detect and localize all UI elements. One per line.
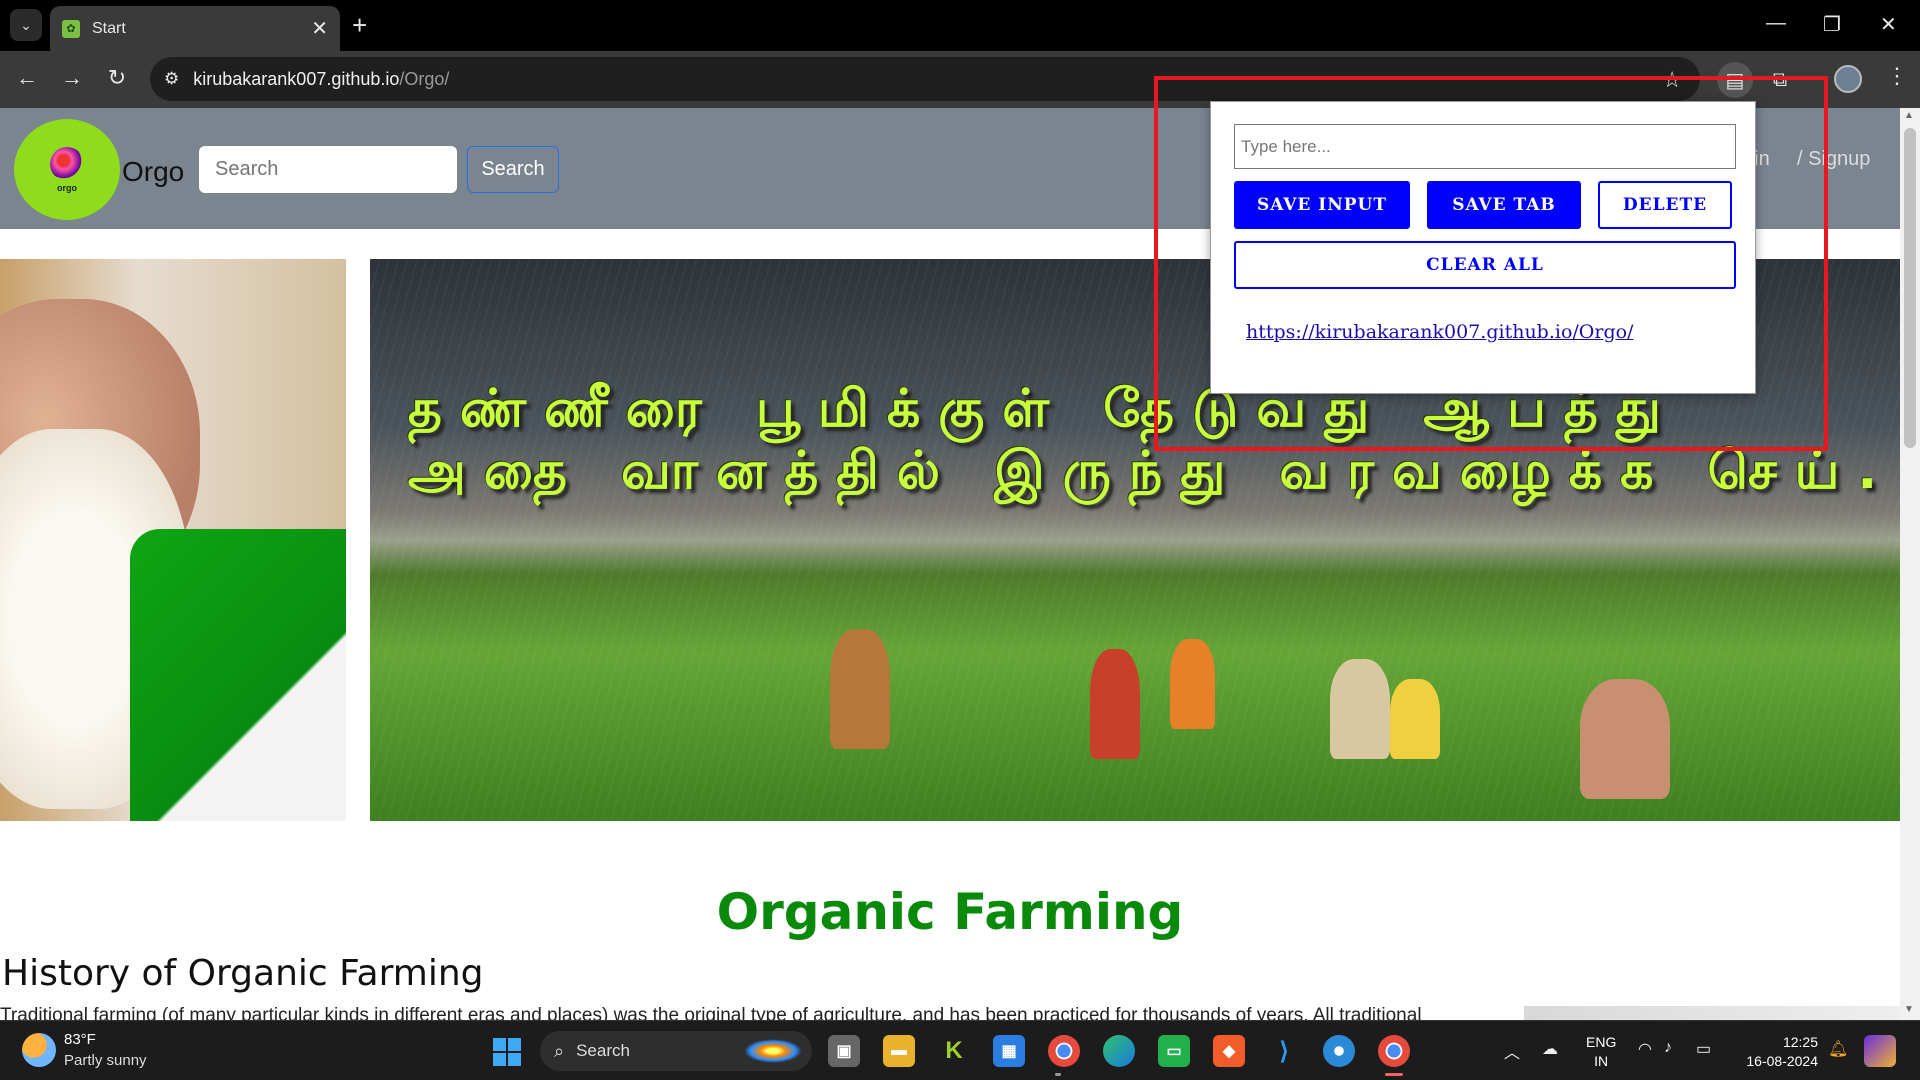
hero-tamil-line-2: அதை வானத்தில் இருந்து வரவழைக்க செய். [408, 441, 1896, 501]
url-path: /Orgo/ [399, 68, 450, 89]
brave-icon[interactable]: ◆ [1213, 1035, 1245, 1067]
vscode-icon[interactable]: ⟩ [1268, 1035, 1300, 1067]
site-logo[interactable]: orgo [14, 119, 120, 220]
weather-description[interactable]: Partly sunny [64, 1052, 147, 1069]
chrome-icon[interactable] [1048, 1035, 1080, 1067]
site-name[interactable]: Orgo [122, 156, 184, 188]
scroll-up-icon[interactable]: ▲ [1904, 110, 1914, 121]
weather-temperature[interactable]: 83°F [64, 1031, 96, 1048]
history-paragraph: Traditional farming (of many particular … [0, 1005, 1422, 1020]
task-view-icon[interactable]: ▣ [828, 1035, 860, 1067]
chrome-active-icon[interactable] [1378, 1035, 1410, 1067]
hero-portrait-image [0, 259, 346, 821]
browser-tab[interactable]: ✿ Start ✕ [50, 6, 340, 51]
browser-toolbar: ← → ↻ ⚙ kirubakarank007.github.io/Orgo/ … [0, 51, 1920, 108]
wifi-icon[interactable]: ◠ [1638, 1039, 1652, 1059]
copilot-icon[interactable] [1864, 1035, 1896, 1067]
logo-mark-icon [50, 146, 84, 181]
taskbar-search-label: Search [576, 1041, 630, 1060]
scroll-thumb[interactable] [1904, 128, 1916, 448]
minimize-button[interactable]: — [1766, 12, 1786, 35]
extensions-puzzle-icon[interactable]: ⧉ [1762, 62, 1798, 98]
notification-bell-icon[interactable]: 🔔︎ [1828, 1039, 1848, 1059]
clock-date: 16-08-2024 [1746, 1053, 1818, 1069]
site-search-button[interactable]: Search [467, 146, 559, 193]
back-button[interactable]: ← [12, 65, 42, 91]
save-input-button[interactable]: SAVE INPUT [1234, 181, 1410, 229]
page-scrollbar[interactable]: ▲ ▼ [1900, 108, 1920, 1020]
field-worker [1330, 659, 1390, 759]
battery-icon[interactable]: ▭ [1696, 1039, 1711, 1059]
chevron-down-icon: ⌄ [20, 16, 32, 33]
site-info-icon[interactable]: ⚙ [164, 69, 179, 89]
active-app-indicator [1385, 1073, 1403, 1076]
reload-button[interactable]: ↻ [102, 65, 132, 91]
bookmark-star-icon[interactable]: ☆ [1662, 67, 1682, 93]
extension-popup-icon[interactable]: ▤ [1717, 62, 1753, 98]
file-explorer-icon[interactable]: ▬ [883, 1035, 915, 1067]
portrait-shawl [130, 529, 346, 821]
language-code: ENG [1586, 1034, 1617, 1050]
taskbar: 83°F Partly sunny ⌕ Search ▣ ▬ K ▦ ▭ ◆ ⟩… [0, 1020, 1920, 1080]
close-window-button[interactable]: ✕ [1880, 12, 1897, 37]
signup-link[interactable]: / Signup [1797, 148, 1870, 171]
show-hidden-icons[interactable]: ︿ [1504, 1039, 1520, 1063]
new-tab-button[interactable]: + [352, 12, 367, 38]
language-indicator[interactable]: ENG IN [1586, 1033, 1616, 1071]
restore-button[interactable]: ❐ [1823, 12, 1841, 37]
popup-text-input[interactable] [1234, 124, 1736, 169]
volume-icon[interactable]: ♪ [1664, 1039, 1672, 1057]
search-icon: ⌕ [554, 1040, 565, 1061]
language-region: IN [1594, 1053, 1609, 1069]
profile-avatar[interactable] [1834, 65, 1862, 93]
tab-title: Start [92, 19, 126, 37]
forward-button[interactable]: → [57, 65, 87, 91]
field-worker [1090, 649, 1140, 759]
history-heading: History of Organic Farming [2, 953, 484, 994]
windows-start-icon[interactable] [493, 1038, 521, 1066]
edge-icon[interactable] [1103, 1035, 1135, 1067]
side-image [1524, 1006, 1900, 1020]
field-worker [1390, 679, 1440, 759]
browser-menu-icon[interactable]: ⋮ [1886, 63, 1908, 89]
site-search-input[interactable] [199, 146, 457, 193]
search-highlight-icon [744, 1039, 802, 1063]
onedrive-cloud-icon[interactable]: ☁ [1542, 1039, 1558, 1059]
saved-link[interactable]: https://kirubakarank007.github.io/Orgo/ [1246, 321, 1633, 343]
clear-all-button[interactable]: CLEAR ALL [1234, 241, 1736, 289]
tab-close-button[interactable]: ✕ [311, 16, 328, 41]
tab-favicon-icon: ✿ [62, 19, 80, 38]
save-tab-button[interactable]: SAVE TAB [1427, 181, 1581, 229]
logo-text: orgo [57, 182, 77, 193]
app-k-icon[interactable]: K [938, 1035, 970, 1067]
clock-time: 12:25 [1782, 1034, 1818, 1050]
scroll-down-icon[interactable]: ▼ [1904, 1004, 1914, 1015]
browser-tab-bar: ⌄ ✿ Start ✕ + — ❐ ✕ [0, 0, 1920, 51]
taskbar-search[interactable]: ⌕ Search [540, 1031, 812, 1071]
field-worker [1170, 639, 1215, 729]
field-worker [830, 629, 890, 749]
app-globe-icon[interactable] [1323, 1035, 1355, 1067]
section-title: Organic Farming [716, 883, 1184, 941]
url-host: kirubakarank007.github.io [193, 68, 400, 89]
system-clock[interactable]: 12:25 16-08-2024 [1738, 1033, 1818, 1071]
extension-popup: SAVE INPUT SAVE TAB DELETE CLEAR ALL htt… [1210, 101, 1756, 394]
tab-search-button[interactable]: ⌄ [10, 9, 42, 41]
weather-sun-cloud-icon[interactable] [22, 1033, 56, 1067]
field-worker [1580, 679, 1670, 799]
running-app-indicator [1055, 1073, 1061, 1076]
chat-app-icon[interactable]: ▭ [1158, 1035, 1190, 1067]
microsoft-store-icon[interactable]: ▦ [993, 1035, 1025, 1067]
address-bar[interactable]: ⚙ kirubakarank007.github.io/Orgo/ ☆ [150, 57, 1700, 101]
delete-button[interactable]: DELETE [1598, 181, 1732, 229]
